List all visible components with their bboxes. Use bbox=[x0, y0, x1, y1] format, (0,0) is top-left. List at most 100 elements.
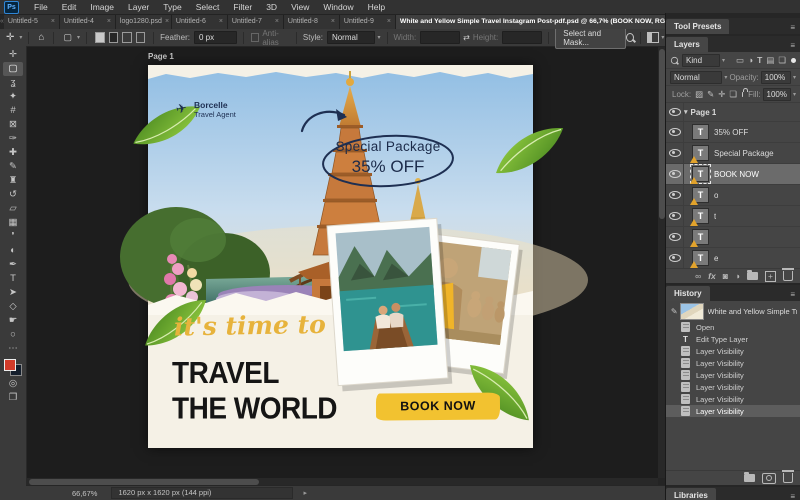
current-tool-icon[interactable]: ✛ bbox=[6, 32, 14, 43]
tab-untitled-4[interactable]: Untitled-4× bbox=[60, 14, 116, 29]
tool-gradient[interactable]: ▦ bbox=[3, 216, 23, 230]
lock-transparency-icon[interactable]: ▨ bbox=[695, 89, 703, 100]
style-select[interactable]: Normal bbox=[327, 31, 376, 44]
tab-tool-presets[interactable]: Tool Presets bbox=[666, 19, 729, 34]
new-selection-icon[interactable] bbox=[95, 32, 105, 43]
menu-edit[interactable]: Edit bbox=[55, 2, 84, 12]
menu-3d[interactable]: 3D bbox=[259, 2, 284, 12]
tool-pen[interactable]: ✒ bbox=[3, 258, 23, 272]
layer-row-35off[interactable]: T 35% OFF bbox=[666, 122, 800, 143]
quick-mask-icon[interactable]: ◎ bbox=[3, 377, 23, 391]
tool-dodge[interactable]: ◐ bbox=[3, 244, 23, 258]
menu-view[interactable]: View bbox=[284, 2, 316, 12]
subtract-selection-icon[interactable] bbox=[122, 32, 132, 43]
book-now-button[interactable]: BOOK NOW bbox=[376, 392, 500, 420]
width-input[interactable] bbox=[420, 31, 460, 44]
marquee-preset-icon[interactable]: ▢ bbox=[63, 32, 72, 43]
tool-hand[interactable]: ☛ bbox=[3, 314, 23, 328]
tab-untitled-9[interactable]: Untitled-9× bbox=[340, 14, 396, 29]
workspace-layout-icon[interactable] bbox=[647, 32, 659, 43]
lock-position-icon[interactable]: ✛ bbox=[718, 89, 725, 100]
menu-layer[interactable]: Layer bbox=[121, 2, 156, 12]
screen-mode-icon[interactable]: ❐ bbox=[3, 391, 23, 405]
tool-eraser[interactable]: ▱ bbox=[3, 202, 23, 216]
tool-crop[interactable]: # bbox=[3, 104, 23, 118]
filter-adjustment-icon[interactable]: ◑ bbox=[748, 55, 753, 65]
history-step-layer-visibility[interactable]: Layer Visibility bbox=[666, 357, 800, 369]
close-icon[interactable]: × bbox=[162, 18, 169, 25]
history-step-layer-visibility[interactable]: Layer Visibility bbox=[666, 369, 800, 381]
tool-blur[interactable]: ❜ bbox=[3, 230, 23, 244]
select-and-mask-button[interactable]: Select and Mask... bbox=[555, 27, 626, 49]
tab-active-document[interactable]: White and Yellow Simple Travel Instagram… bbox=[396, 14, 666, 29]
foreground-color-swatch[interactable] bbox=[4, 359, 16, 371]
lock-pixels-icon[interactable]: ✎ bbox=[707, 89, 714, 100]
history-step-edit-type[interactable]: TEdit Type Layer bbox=[666, 333, 800, 345]
panel-menu-icon[interactable]: ≡ bbox=[790, 23, 795, 32]
visibility-toggle[interactable] bbox=[666, 143, 684, 163]
history-step-layer-visibility-current[interactable]: Layer Visibility bbox=[666, 405, 800, 417]
menu-type[interactable]: Type bbox=[156, 2, 188, 12]
link-layers-icon[interactable]: ∞ bbox=[695, 271, 701, 281]
panel-menu-icon[interactable]: ≡ bbox=[790, 41, 795, 50]
history-step-layer-visibility[interactable]: Layer Visibility bbox=[666, 393, 800, 405]
layer-style-icon[interactable]: fx bbox=[708, 271, 716, 281]
menu-select[interactable]: Select bbox=[189, 2, 227, 12]
search-icon[interactable] bbox=[626, 33, 634, 42]
zoom-level[interactable]: 66,67% bbox=[72, 489, 97, 498]
fill-input[interactable]: 100% bbox=[763, 88, 791, 101]
visibility-toggle[interactable] bbox=[666, 122, 684, 142]
tool-rectangular-marquee[interactable]: ▢ bbox=[3, 62, 23, 76]
close-icon[interactable]: × bbox=[216, 18, 223, 25]
tab-untitled-5[interactable]: Untitled-5× bbox=[4, 14, 60, 29]
new-document-from-state-icon[interactable] bbox=[744, 474, 755, 482]
tool-path-selection[interactable]: ➤ bbox=[3, 286, 23, 300]
close-icon[interactable]: × bbox=[104, 18, 111, 25]
history-snapshot[interactable]: ✎ White and Yellow Simple Travel... bbox=[666, 301, 800, 321]
tool-move[interactable]: ✛ bbox=[3, 48, 23, 62]
new-group-icon[interactable] bbox=[747, 272, 758, 280]
delete-state-icon[interactable] bbox=[783, 473, 793, 483]
add-to-selection-icon[interactable] bbox=[109, 32, 119, 43]
status-options-icon[interactable]: ▸ bbox=[303, 489, 307, 497]
tab-layers[interactable]: Layers bbox=[666, 37, 708, 52]
menu-help[interactable]: Help bbox=[361, 2, 392, 12]
filter-kind-select[interactable]: Kind bbox=[682, 54, 720, 67]
history-brush-source-icon[interactable]: ✎ bbox=[669, 307, 680, 316]
tool-eyedropper[interactable]: ✑ bbox=[3, 132, 23, 146]
menu-filter[interactable]: Filter bbox=[226, 2, 259, 12]
history-step-layer-visibility[interactable]: Layer Visibility bbox=[666, 345, 800, 357]
tool-frame[interactable]: ⊠ bbox=[3, 118, 23, 132]
tool-lasso[interactable]: ʓ bbox=[3, 76, 23, 90]
layer-group-page1[interactable]: ▾ Page 1 bbox=[666, 103, 800, 122]
tab-logo1280[interactable]: logo1280.psd× bbox=[116, 14, 172, 29]
delete-layer-icon[interactable] bbox=[783, 271, 793, 281]
layer-mask-icon[interactable]: ◙ bbox=[723, 271, 728, 281]
filter-type-icon[interactable]: T bbox=[757, 55, 762, 65]
close-icon[interactable]: × bbox=[328, 18, 335, 25]
layer-row-special-package[interactable]: T Special Package bbox=[666, 143, 800, 164]
filter-pixel-layers-icon[interactable]: ▭ bbox=[736, 55, 744, 66]
height-input[interactable] bbox=[502, 31, 542, 44]
layer-row-t[interactable]: T t bbox=[666, 206, 800, 227]
canvas-area[interactable]: Page 1 bbox=[26, 46, 666, 486]
filter-group-icon[interactable]: ▤ bbox=[766, 55, 774, 66]
panel-menu-icon[interactable]: ≡ bbox=[790, 290, 795, 299]
lock-all-icon[interactable] bbox=[742, 92, 743, 97]
layer-row-o[interactable]: T o bbox=[666, 185, 800, 206]
tab-libraries[interactable]: Libraries bbox=[666, 488, 716, 500]
layer-row-book-now[interactable]: T BOOK NOW bbox=[666, 164, 800, 185]
opacity-input[interactable]: 100% bbox=[761, 71, 791, 84]
chevron-down-icon[interactable]: ▾ bbox=[684, 108, 688, 116]
tab-history[interactable]: History bbox=[666, 286, 710, 301]
visibility-toggle[interactable] bbox=[666, 103, 684, 121]
tool-zoom[interactable]: ○ bbox=[3, 328, 23, 342]
tool-history-brush[interactable]: ↺ bbox=[3, 188, 23, 202]
tool-brush[interactable]: ✎ bbox=[3, 160, 23, 174]
new-layer-icon[interactable]: + bbox=[765, 271, 776, 282]
visibility-toggle[interactable] bbox=[666, 206, 684, 226]
adjustment-layer-icon[interactable]: ◑ bbox=[735, 271, 740, 281]
visibility-toggle[interactable] bbox=[666, 248, 684, 268]
tool-type[interactable]: T bbox=[3, 272, 23, 286]
filter-smart-object-icon[interactable]: ❏ bbox=[778, 55, 786, 66]
